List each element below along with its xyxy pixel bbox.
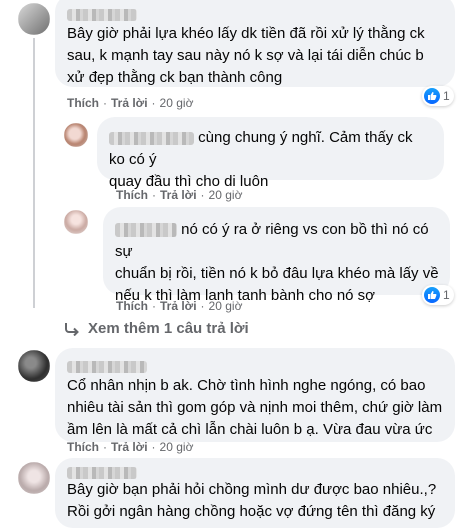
comment-bubble: cùng chung ý nghĩ. Cảm thấy ck ko có ý q… [97, 117, 444, 190]
view-more-replies[interactable]: Xem thêm 1 câu trả lời [64, 320, 249, 337]
commenter-avatar[interactable] [18, 3, 50, 35]
reply-link[interactable]: Trả lời [160, 299, 197, 313]
like-link[interactable]: Thích [116, 188, 148, 202]
reply-link[interactable]: Trả lời [160, 188, 197, 202]
reaction-number: 1 [443, 89, 450, 103]
timestamp[interactable]: 20 giờ [209, 188, 243, 202]
reply-link[interactable]: Trả lời [111, 96, 148, 110]
like-link[interactable]: Thích [116, 299, 148, 313]
commenter-name[interactable] [67, 6, 443, 22]
commenter-avatar[interactable] [18, 350, 50, 382]
thumbs-up-icon [424, 88, 440, 104]
thread-line [33, 38, 35, 308]
comment-actions: Thích · Trả lời · 20 giờ [67, 96, 194, 110]
timestamp[interactable]: 20 giờ [160, 440, 194, 454]
timestamp[interactable]: 20 giờ [160, 96, 194, 110]
reply-link[interactable]: Trả lời [111, 440, 148, 454]
commenter-name[interactable] [115, 223, 177, 238]
commenter-avatar[interactable] [18, 462, 50, 494]
comment-bubble: Bây giờ phải lựa khéo lấy dk tiền đã rồi… [55, 0, 455, 87]
comment-bubble: Bây giờ bạn phải hỏi chồng mình dư được … [55, 458, 455, 528]
reaction-number: 1 [443, 288, 450, 302]
commenter-name[interactable] [109, 131, 194, 145]
comment-bubble: nó có ý ra ở riêng vs con bồ thì nó có s… [103, 207, 450, 304]
like-link[interactable]: Thích [67, 440, 99, 454]
comment-actions: Thích · Trả lời · 20 giờ [116, 299, 243, 313]
commenter-name[interactable] [67, 464, 443, 479]
comment-bubble: Cổ nhân nhịn b ak. Chờ tình hình nghe ng… [55, 348, 455, 442]
reply-arrow-icon [64, 322, 80, 336]
comment-text: Bây giờ phải lựa khéo lấy dk tiền đã rồi… [67, 25, 425, 86]
view-more-label[interactable]: Xem thêm 1 câu trả lời [88, 320, 249, 337]
timestamp[interactable]: 20 giờ [209, 299, 243, 313]
commenter-name[interactable] [67, 358, 443, 374]
reaction-count[interactable]: 1 [422, 285, 454, 305]
thumbs-up-icon [424, 287, 440, 303]
commenter-avatar[interactable] [64, 210, 88, 234]
comment-actions: Thích · Trả lời · 20 giờ [116, 188, 243, 202]
comment-text: Cổ nhân nhịn b ak. Chờ tình hình nghe ng… [67, 377, 443, 438]
comment-actions: Thích · Trả lời · 20 giờ [67, 440, 194, 454]
commenter-avatar[interactable] [64, 123, 88, 147]
reaction-count[interactable]: 1 [422, 86, 454, 106]
like-link[interactable]: Thích [67, 96, 99, 110]
comment-text: Bây giờ bạn phải hỏi chồng mình dư được … [67, 481, 437, 520]
